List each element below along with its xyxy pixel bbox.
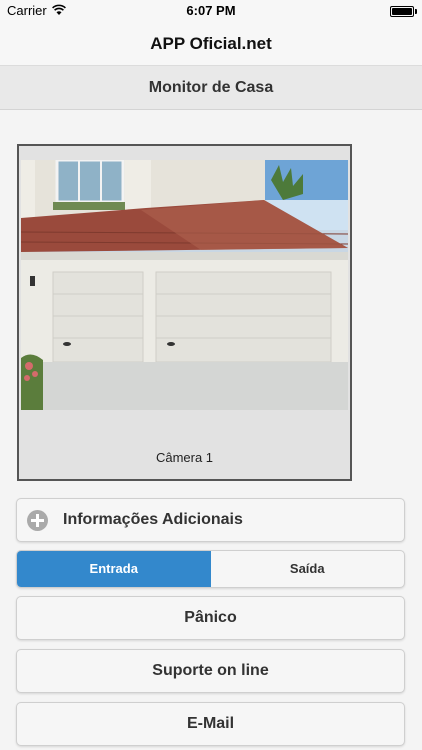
camera-card[interactable]: Câmera 1	[17, 144, 352, 481]
email-button[interactable]: E-Mail	[16, 702, 405, 746]
app-title: APP Oficial.net	[0, 22, 422, 66]
plus-icon	[27, 510, 48, 531]
page-title: Monitor de Casa	[0, 66, 422, 110]
status-bar: Carrier 6:07 PM	[0, 0, 422, 22]
segment-saida[interactable]: Saída	[211, 551, 405, 587]
direction-toggle[interactable]: Entrada Saída	[16, 550, 405, 588]
camera-feed-image[interactable]	[21, 160, 348, 410]
support-online-button[interactable]: Suporte on line	[16, 649, 405, 693]
clock: 6:07 PM	[186, 3, 236, 18]
additional-info-label: Informações Adicionais	[63, 511, 243, 528]
battery-tip	[415, 9, 417, 14]
additional-info-button[interactable]: Informações Adicionais	[16, 498, 405, 542]
segment-entrada[interactable]: Entrada	[17, 551, 211, 587]
camera-caption: Câmera 1	[155, 450, 214, 465]
panic-button[interactable]: Pânico	[16, 596, 405, 640]
battery-icon	[390, 6, 414, 17]
